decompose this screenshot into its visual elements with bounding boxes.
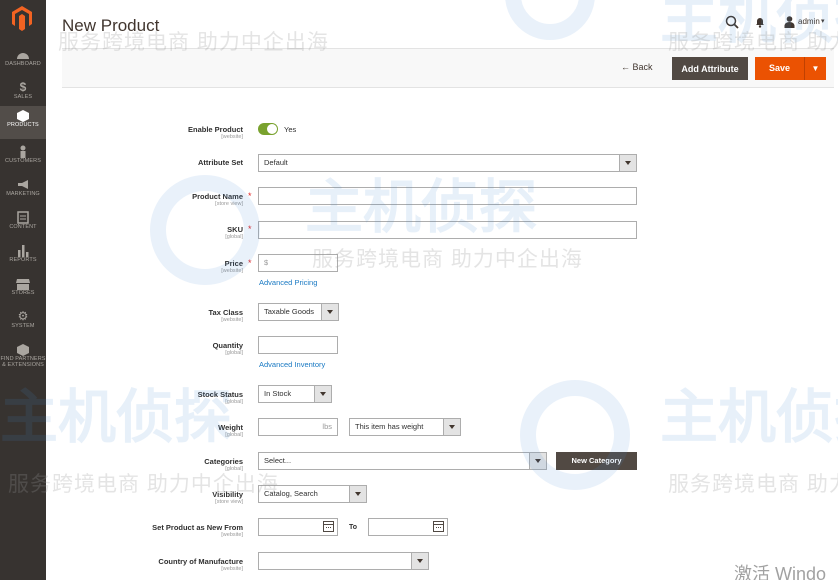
weight-type-value: This item has weight (355, 422, 424, 431)
tax-class-label: Tax Class [website] (209, 308, 243, 323)
new-from-label-text: Set Product as New From (152, 523, 243, 532)
enable-product-scope: [website] (221, 134, 243, 140)
nav-system-label: SYSTEM (11, 323, 35, 329)
store-icon (16, 279, 30, 290)
quantity-label: Quantity [global] (213, 341, 243, 356)
megaphone-icon (18, 180, 28, 189)
watermark-text: 服务跨境电商 助力中企出海 (668, 473, 838, 496)
magento-logo-icon[interactable] (10, 5, 34, 31)
new-from-date-input[interactable] (258, 518, 338, 536)
windows-activation-notice: 激活 Windo (734, 564, 827, 580)
save-options-toggle[interactable]: ▼ (804, 57, 826, 80)
nav-content-label: CONTENT (9, 224, 37, 230)
toggle-knob (267, 124, 277, 134)
nav-marketing[interactable]: MARKETING (0, 175, 46, 208)
new-to-date-input[interactable] (368, 518, 448, 536)
watermark-text: 服务跨境电商 助力中企出海 (312, 248, 583, 271)
dashboard-icon (17, 53, 29, 59)
nav-products[interactable]: PRODUCTS (0, 106, 46, 139)
country-label: Country of Manufacture [website] (158, 557, 243, 572)
visibility-scope: [store view] (215, 499, 243, 505)
categories-label-text: Categories (204, 457, 243, 466)
country-scope: [website] (221, 566, 243, 572)
tax-class-value: Taxable Goods (264, 307, 315, 316)
nav-find-partners-label-2: & EXTENSIONS (2, 362, 44, 368)
tax-class-label-text: Tax Class (208, 308, 243, 317)
stock-status-value: In Stock (264, 389, 292, 398)
calendar-icon[interactable] (433, 521, 444, 532)
dollar-icon: $ (19, 80, 27, 94)
quantity-scope: [global] (225, 350, 243, 356)
watermark-text: 服务跨境电商 助力中企出海 (58, 31, 329, 54)
nav-stores[interactable]: STORES (0, 274, 46, 307)
quantity-label-text: Quantity (212, 341, 243, 350)
country-select[interactable] (258, 552, 429, 570)
enable-product-toggle[interactable] (258, 123, 278, 135)
new-from-label: Set Product as New From [website] (152, 523, 243, 538)
gear-icon: ⚙ (17, 309, 29, 323)
watermark-text: 服务跨境电商 助力中企出海 (8, 473, 279, 496)
person-icon (20, 145, 26, 158)
dropdown-arrow-icon (411, 553, 428, 569)
cube-icon (17, 110, 29, 122)
currency-prefix: $ (264, 258, 269, 267)
watermark-text: 服务跨境电商 助力中企出海 (668, 31, 838, 54)
weight-type-select[interactable]: This item has weight (349, 418, 461, 436)
watermark-logo-text: 主机侦探 (305, 175, 538, 240)
quantity-input[interactable] (258, 336, 338, 354)
bar-chart-icon (18, 245, 29, 257)
advanced-pricing-link[interactable]: Advanced Pricing (259, 278, 317, 287)
advanced-inventory-link[interactable]: Advanced Inventory (259, 360, 325, 369)
nav-content[interactable]: CONTENT (0, 208, 46, 241)
enable-product-label: Enable Product [website] (188, 125, 243, 140)
watermark-logo-circle (520, 380, 630, 490)
nav-reports-label: REPORTS (9, 257, 37, 263)
tax-class-select[interactable]: Taxable Goods (258, 303, 339, 321)
nav-reports[interactable]: REPORTS (0, 241, 46, 274)
save-button[interactable]: Save (755, 57, 804, 80)
nav-customers-label: CUSTOMERS (5, 158, 41, 164)
new-to-label: To (349, 524, 358, 531)
dropdown-arrow-icon (443, 419, 460, 435)
weight-input[interactable]: lbs (258, 418, 338, 436)
nav-sales-label: SALES (13, 94, 33, 100)
enable-product-value: Yes (284, 125, 297, 134)
nav-dashboard[interactable]: DASHBOARD (0, 45, 46, 78)
nav-dashboard-label: DASHBOARD (5, 61, 41, 67)
watermark-logo-text: 主机侦探 (0, 385, 233, 450)
add-attribute-button[interactable]: Add Attribute (672, 57, 748, 80)
stock-status-select[interactable]: In Stock (258, 385, 332, 403)
partners-icon (17, 344, 29, 356)
nav-find-partners[interactable]: FIND PARTNERS & EXTENSIONS (0, 340, 46, 374)
categories-select[interactable]: Select... (258, 452, 547, 470)
dropdown-arrow-icon (349, 486, 366, 502)
attribute-set-label-text: Attribute Set (198, 158, 243, 167)
chevron-down-icon: ▼ (811, 64, 820, 73)
country-label-text: Country of Manufacture (158, 557, 243, 566)
attribute-set-value: Default (264, 158, 288, 167)
nav-products-label: PRODUCTS (7, 122, 39, 128)
nav-customers[interactable]: CUSTOMERS (0, 142, 46, 175)
weight-unit: lbs (322, 422, 332, 431)
enable-product-label-text: Enable Product (187, 125, 243, 134)
calendar-icon[interactable] (323, 521, 334, 532)
dropdown-arrow-icon (619, 155, 636, 171)
tax-class-scope: [website] (221, 317, 243, 323)
attribute-set-label: Attribute Set (198, 158, 243, 167)
dropdown-arrow-icon (314, 386, 331, 402)
nav-system[interactable]: ⚙ SYSTEM (0, 307, 46, 340)
watermark-logo-circle (150, 175, 260, 285)
back-button[interactable]: ← Back (621, 62, 653, 72)
watermark-logo-circle (505, 0, 595, 40)
nav-stores-label: STORES (11, 290, 35, 296)
dropdown-arrow-icon (321, 304, 338, 320)
categories-placeholder: Select... (264, 456, 292, 465)
content-icon (17, 211, 29, 224)
watermark-logo-text: 主机侦探 (660, 385, 838, 450)
nav-marketing-label: MARKETING (6, 191, 40, 197)
new-from-scope: [website] (221, 532, 243, 538)
